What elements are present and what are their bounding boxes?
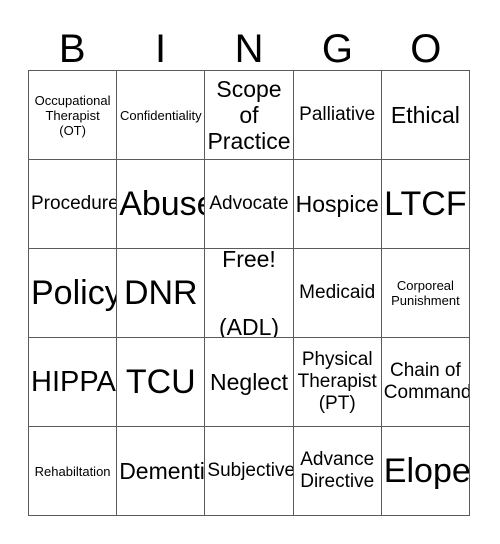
bingo-grid: Occupational Therapist (OT) Confidential… [28,70,470,516]
bingo-cell-r1c3[interactable]: Scope of Practice [205,71,294,160]
bingo-cell-r3c2[interactable]: DNR [117,249,206,338]
bingo-cell-label: Ethical [390,102,460,128]
bingo-cell-label: Free! (ADL) [218,249,280,338]
bingo-cell-label: Scope of Practice [207,76,291,154]
bingo-cell-r4c2[interactable]: TCU [117,338,206,427]
bingo-cell-r3c5[interactable]: Corporeal Punishment [381,249,470,338]
bingo-cell-label: Elope [383,452,470,490]
bingo-cell-label: LTCF [384,185,467,223]
header-letter-n: N [234,27,264,71]
bingo-cell-label: Chain of Command [383,360,470,403]
bingo-cell-label: Rehabiltation [34,463,111,479]
bingo-cell-r4c3[interactable]: Neglect [205,338,294,427]
bingo-cell-r1c5[interactable]: Ethical [381,71,470,160]
bingo-cell-r5c2[interactable]: Dementia [117,427,206,516]
bingo-cell-label: Dementia [119,458,205,484]
bingo-cell-label: Hospice [295,191,379,217]
bingo-cell-free-space[interactable]: Free! (ADL) [205,249,294,338]
bingo-cell-r4c4[interactable]: Physical Therapist (PT) [293,338,382,427]
bingo-cell-label: Advocate [209,193,289,214]
bingo-cell-r3c4[interactable]: Medicaid [293,249,382,338]
bingo-cell-label: Procedure [31,193,118,214]
bingo-cell-label: Abuse [119,185,204,223]
bingo-cell-label: Neglect [210,369,288,395]
header-letter-o: O [410,27,442,71]
bingo-cell-label: Occupational Therapist (OT) [34,92,111,138]
bingo-cell-r2c3[interactable]: Advocate [205,160,294,249]
bingo-cell-label: Palliative [299,104,376,125]
header-letter-g: G [321,27,353,71]
bingo-cell-r2c4[interactable]: Hospice [293,160,382,249]
bingo-cell-label: HIPPA [31,365,116,398]
bingo-cell-label: Advance Directive [300,449,375,492]
bingo-cell-label: Policy [31,274,118,312]
header-letter-i: I [155,27,167,71]
bingo-cell-label: Confidentiality [119,107,202,123]
bingo-cell-r1c2[interactable]: Confidentiality [117,71,206,160]
bingo-cell-label: Medicaid [299,282,376,303]
bingo-cell-label: Corporeal Punishment [391,278,460,308]
bingo-cell-r4c5[interactable]: Chain of Command [381,338,470,427]
bingo-cell-label: Subjective [207,460,294,481]
bingo-cell-r3c1[interactable]: Policy [29,249,118,338]
bingo-cell-r5c1[interactable]: Rehabiltation [29,427,118,516]
bingo-cell-r4c1[interactable]: HIPPA [29,338,118,427]
bingo-header-row: B I N G O [28,18,470,70]
header-letter-b: B [58,27,86,71]
bingo-cell-r5c4[interactable]: Advance Directive [293,427,382,516]
bingo-cell-label: TCU [125,363,196,401]
bingo-cell-r2c2[interactable]: Abuse [117,160,206,249]
bingo-card: B I N G O Occupational Therapist (OT) Co… [0,0,500,544]
bingo-cell-r5c3[interactable]: Subjective [205,427,294,516]
bingo-cell-r2c1[interactable]: Procedure [29,160,118,249]
bingo-cell-r2c5[interactable]: LTCF [381,160,470,249]
bingo-cell-r1c1[interactable]: Occupational Therapist (OT) [29,71,118,160]
bingo-cell-r1c4[interactable]: Palliative [293,71,382,160]
bingo-cell-r5c5[interactable]: Elope [381,427,470,516]
bingo-cell-label: DNR [123,274,198,312]
bingo-cell-label: Physical Therapist (PT) [297,349,377,414]
